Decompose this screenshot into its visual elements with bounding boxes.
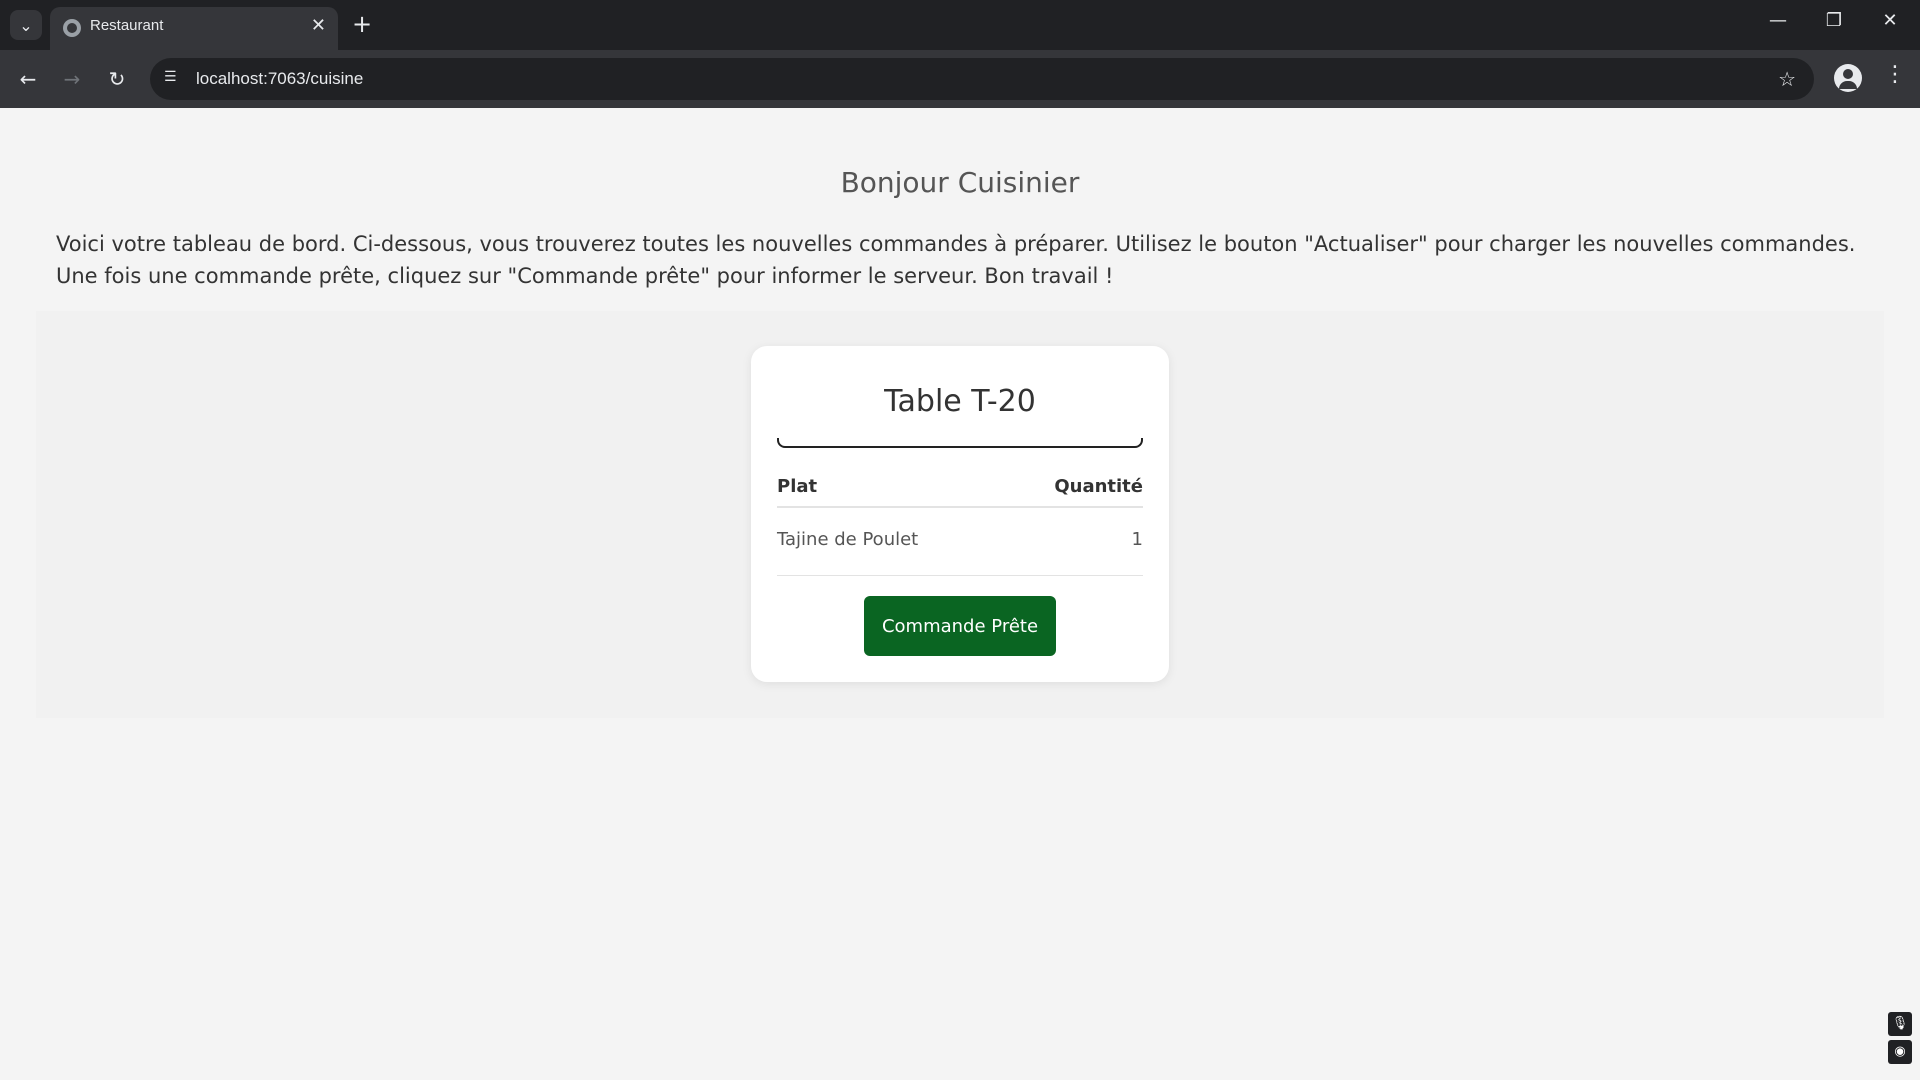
globe-icon bbox=[63, 19, 81, 37]
page-content: Bonjour Cuisinier Voici votre tableau de… bbox=[0, 108, 1920, 1078]
intro-text: Voici votre tableau de bord. Ci-dessous,… bbox=[56, 232, 1856, 288]
bookmark-star-icon[interactable]: ☆ bbox=[1778, 67, 1796, 91]
title-underline bbox=[777, 438, 1143, 448]
chevron-down-icon: ⌄ bbox=[19, 15, 33, 35]
profile-avatar-icon[interactable] bbox=[1834, 64, 1862, 92]
order-item-dish: Tajine de Poulet bbox=[777, 529, 919, 550]
page-title: Bonjour Cuisinier bbox=[840, 166, 1080, 199]
column-header-quantity: Quantité bbox=[1054, 476, 1143, 497]
record-icon[interactable]: ◉ bbox=[1888, 1040, 1912, 1064]
browser-toolbar: ← → ↻ ☰ localhost:7063/cuisine ☆ ⋮ bbox=[0, 50, 1920, 108]
microphone-icon[interactable]: 🎙 bbox=[1888, 1012, 1912, 1036]
browser-tab[interactable]: Restaurant ✕ bbox=[50, 7, 338, 50]
order-table-label: Table T-20 bbox=[884, 384, 1036, 419]
minimize-button[interactable]: — bbox=[1758, 10, 1798, 31]
address-bar[interactable]: ☰ localhost:7063/cuisine ☆ bbox=[150, 58, 1814, 100]
url-text[interactable]: localhost:7063/cuisine bbox=[196, 69, 363, 89]
order-item-quantity: 1 bbox=[1131, 529, 1143, 550]
header-divider bbox=[777, 506, 1143, 508]
browser-tab-bar: ⌄ Restaurant ✕ + — ❐ ✕ bbox=[0, 0, 1920, 50]
order-card: Table T-20 Plat Quantité Tajine de Poule… bbox=[751, 346, 1169, 682]
column-header-dish: Plat bbox=[777, 476, 818, 497]
reload-button[interactable]: ↻ bbox=[103, 65, 131, 93]
close-window-button[interactable]: ✕ bbox=[1870, 10, 1910, 31]
site-info-icon[interactable]: ☰ bbox=[164, 69, 184, 89]
order-ready-button[interactable]: Commande Prête bbox=[864, 596, 1056, 656]
restore-button[interactable]: ❐ bbox=[1814, 10, 1854, 31]
floating-tools: 🎙 ◉ bbox=[1888, 1008, 1912, 1064]
row-divider bbox=[777, 575, 1143, 576]
tab-title: Restaurant bbox=[90, 17, 164, 34]
back-button[interactable]: ← bbox=[14, 65, 42, 93]
new-tab-button[interactable]: + bbox=[352, 10, 372, 38]
close-tab-icon[interactable]: ✕ bbox=[311, 15, 326, 36]
forward-button[interactable]: → bbox=[58, 65, 86, 93]
browser-menu-icon[interactable]: ⋮ bbox=[1884, 62, 1906, 87]
orders-board: Table T-20 Plat Quantité Tajine de Poule… bbox=[36, 311, 1884, 718]
tab-search-button[interactable]: ⌄ bbox=[10, 10, 42, 40]
